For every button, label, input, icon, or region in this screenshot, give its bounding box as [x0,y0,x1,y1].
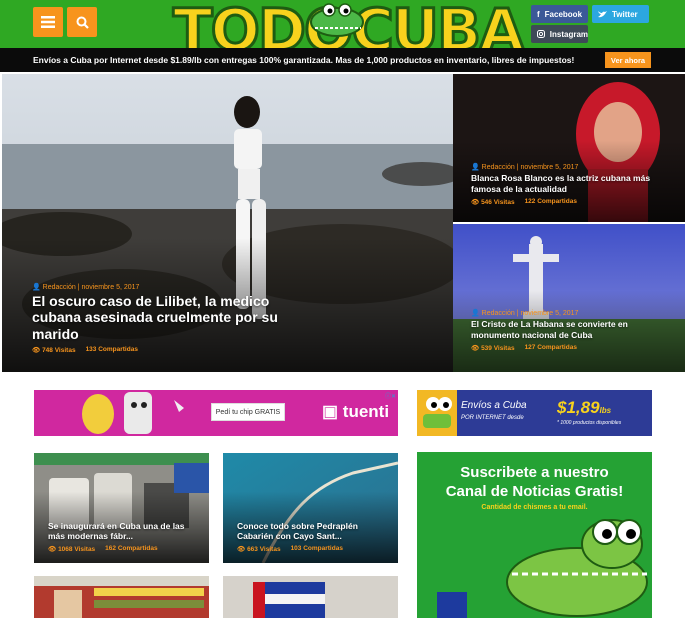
shares-count: 162 Compartidas [105,545,158,552]
article-card[interactable]: Se inaugurará en Cuba una de las más mod… [34,453,209,563]
site-header: TODOCUBA f Facebook Twitter Instagram [0,0,685,48]
facebook-label: Facebook [544,9,583,19]
search-icon [76,16,89,29]
hero-top-right-caption: 👤 Redacción | noviembre 5, 2017 Blanca R… [453,163,685,222]
envios-subtitle: POR INTERNET desde [461,415,524,421]
article-card-image [34,576,209,618]
instagram-label: Instagram [549,29,588,39]
envios-headline: Envíos a Cuba [461,400,527,411]
visits-count: 👁 1068 Visitas [48,546,96,553]
shares-count: 122 Compartidas [524,198,577,205]
promo-bar: Envíos a Cuba por Internet desde $1.89/l… [0,48,685,72]
article-title[interactable]: El oscuro caso de Lilibet, la medico cub… [32,293,322,343]
instagram-button[interactable]: Instagram [531,25,588,43]
article-card[interactable]: Conoce todo sobre Pedraplén Cabarién con… [223,453,398,563]
envios-ad-art [417,390,652,436]
shares-count: 103 Compartidas [290,545,343,552]
twitter-icon [598,10,607,17]
crocodile-mascot-icon [437,519,648,618]
hamburger-icon [41,16,55,28]
article-card-image [223,576,398,618]
hero-top-right-article[interactable]: 👤 Redacción | noviembre 5, 2017 Blanca R… [453,74,685,222]
visits-count: 👁 663 Visitas [237,546,281,553]
ver-ahora-button[interactable]: Ver ahora [605,52,651,68]
visits-count: 👁 748 Visitas [32,347,76,354]
hero-bottom-right-article[interactable]: 👤 Redacción | noviembre 5, 2017 El Crist… [453,224,685,372]
shares-count: 133 Compartidas [85,346,138,353]
tuenti-ad-banner[interactable]: Pedí tu chip GRATIS ▣ tuenti ⓘ✕ [34,390,398,436]
facebook-button[interactable]: f Facebook [531,5,588,23]
hero-main-article[interactable]: 👤 Redacción | noviembre 5, 2017 El oscur… [2,74,453,372]
visits-count: 👁 546 Visitas [471,199,515,206]
site-logo[interactable]: TODOCUBA [165,0,528,48]
twitter-button[interactable]: Twitter [592,5,649,23]
instagram-icon [537,30,545,38]
subscribe-banner[interactable]: Suscribete a nuestro Canal de Noticias G… [417,452,652,618]
envios-ad-banner[interactable]: Envíos a Cuba POR INTERNET desde $1,89lb… [417,390,652,436]
envios-note: * 1000 productos disponibles [557,420,622,426]
tuenti-logo: ▣ tuenti [322,402,390,421]
hero-main-caption: 👤 Redacción | noviembre 5, 2017 El oscur… [2,283,453,372]
search-button[interactable] [67,7,97,37]
article-card-partial[interactable] [223,576,398,618]
author-meta: 👤 Redacción | noviembre 5, 2017 [471,309,579,317]
article-card-caption: Se inaugurará en Cuba una de las más mod… [48,521,199,553]
article-title[interactable]: El Cristo de La Habana se convierte en m… [471,319,673,341]
envios-price: $1,89lbs [557,398,612,417]
menu-button[interactable] [33,7,63,37]
author-meta: 👤 Redacción | noviembre 5, 2017 [32,283,140,291]
facebook-icon: f [537,9,540,19]
twitter-label: Twitter [612,9,638,19]
article-title[interactable]: Blanca Rosa Blanco es la actriz cubana m… [471,173,673,195]
ad-choices-icon[interactable]: ⓘ✕ [385,391,396,400]
visits-count: 👁 539 Visitas [471,345,515,352]
article-card-partial[interactable] [34,576,209,618]
article-title[interactable]: Conoce todo sobre Pedraplén Cabarién con… [237,521,388,542]
promo-text: Envíos a Cuba por Internet desde $1.89/l… [33,55,575,65]
shares-count: 127 Compartidas [524,344,577,351]
article-card-caption: Conoce todo sobre Pedraplén Cabarién con… [237,521,388,553]
author-meta: 👤 Redacción | noviembre 5, 2017 [471,163,579,171]
tuenti-chip-button[interactable]: Pedí tu chip GRATIS [211,403,285,421]
article-title[interactable]: Se inaugurará en Cuba una de las más mod… [48,521,199,542]
hero-bottom-right-caption: 👤 Redacción | noviembre 5, 2017 El Crist… [453,309,685,372]
